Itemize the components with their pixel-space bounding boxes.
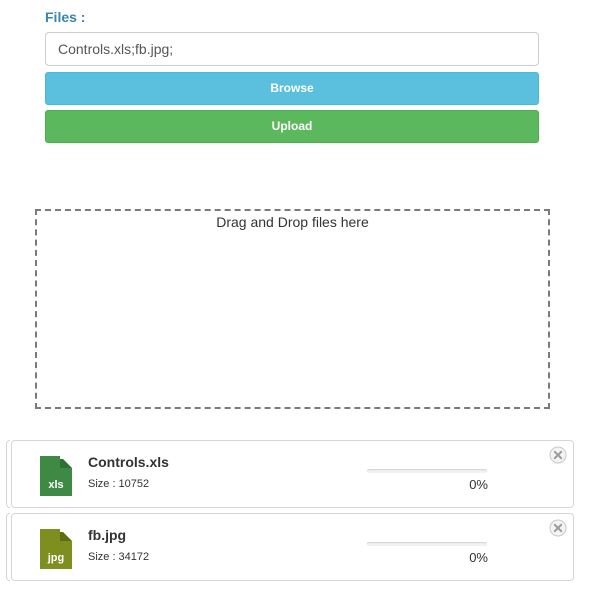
upload-progress-text: 0% (469, 477, 488, 492)
files-input[interactable] (45, 32, 539, 66)
upload-progress-text: 0% (469, 550, 488, 565)
file-size: Size :10752 (88, 478, 149, 490)
file-size-value: 10752 (118, 478, 150, 490)
image-file-icon: jpg (40, 529, 72, 569)
excel-file-icon: xls (40, 456, 72, 496)
file-name: fb.jpg (88, 527, 127, 543)
file-name: Controls.xls (88, 454, 169, 470)
browse-button[interactable]: Browse (45, 72, 539, 105)
upload-progress-bar (367, 542, 487, 546)
remove-file-icon[interactable] (549, 519, 567, 537)
file-item: xls Controls.xls Size :10752 0% (11, 440, 574, 508)
file-extension-label: xls (48, 479, 64, 491)
upload-button[interactable]: Upload (45, 110, 539, 143)
files-label: Files : (45, 9, 86, 25)
file-size-label: Size : (88, 551, 116, 563)
file-size-value: 34172 (118, 551, 150, 563)
card-edge-decoration (6, 440, 10, 508)
file-item: jpg fb.jpg Size :34172 0% (11, 513, 574, 581)
file-size: Size :34172 (88, 551, 149, 563)
file-extension-label: jpg (47, 552, 65, 564)
remove-file-icon[interactable] (549, 446, 567, 464)
card-edge-decoration (6, 513, 10, 581)
drag-drop-zone[interactable]: Drag and Drop files here (35, 209, 550, 409)
file-upload-page: Files : Browse Upload Drag and Drop file… (0, 0, 591, 589)
dropzone-text: Drag and Drop files here (216, 214, 369, 230)
upload-progress-bar (367, 469, 487, 473)
file-size-label: Size : (88, 478, 116, 490)
